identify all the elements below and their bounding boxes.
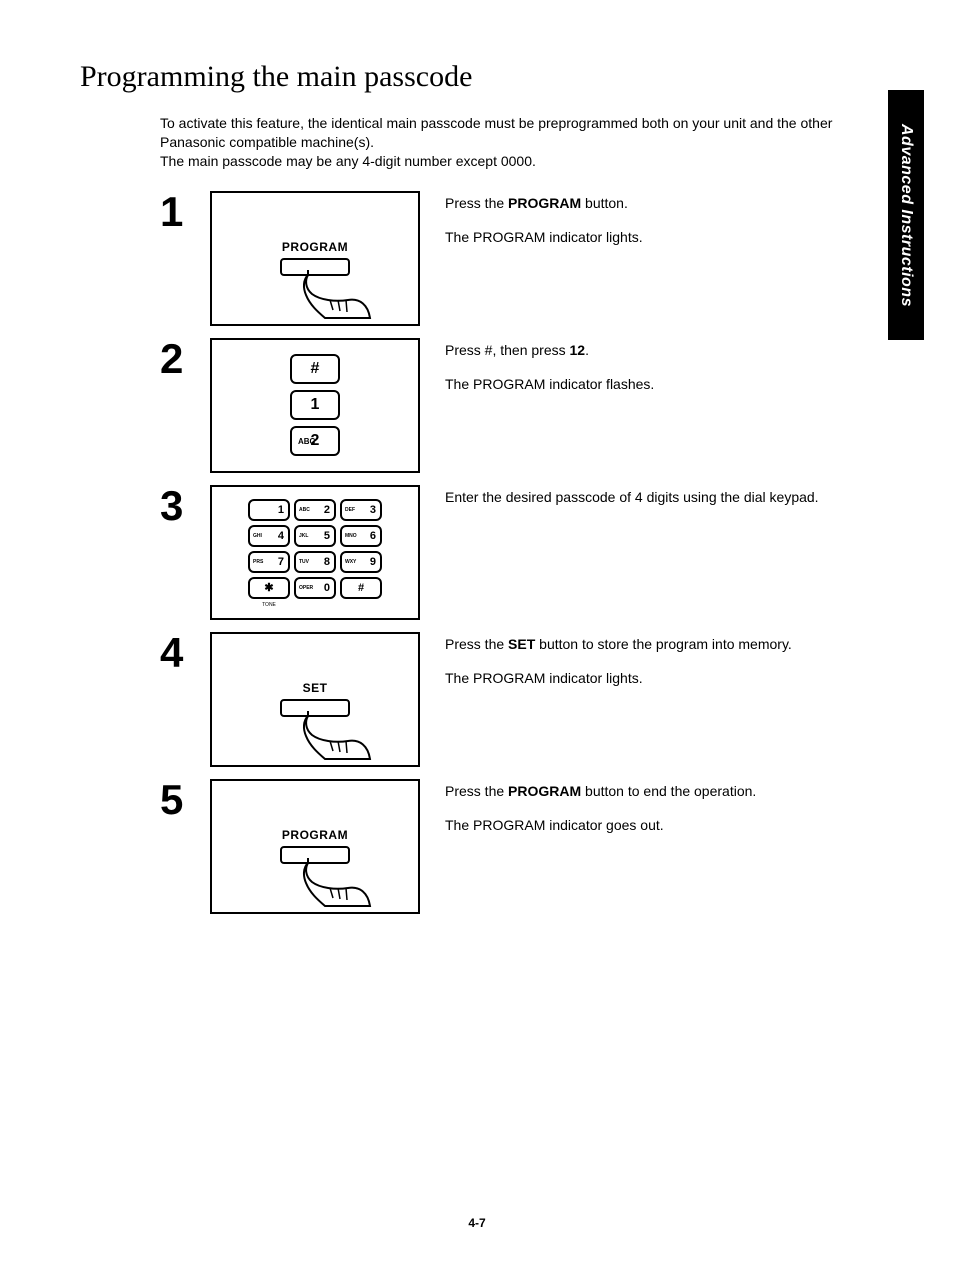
key-sublabel: TUV: [299, 559, 309, 565]
steps-list: 1 PROGRAM Press the PROGRAM button. The: [160, 191, 894, 914]
text: Press the: [445, 783, 508, 799]
key-label: 2: [324, 504, 330, 516]
text: The PROGRAM indicator lights.: [445, 670, 894, 686]
hand-icon: [300, 270, 375, 330]
key-9: WXY 9: [340, 551, 382, 573]
intro-text: To activate this feature, the identical …: [160, 114, 860, 171]
intro-line-2: The main passcode may be any 4-digit num…: [160, 153, 536, 169]
program-button-icon: [280, 846, 350, 864]
tone-label: TONE: [262, 602, 276, 608]
hand-icon: [300, 858, 375, 918]
key-sublabel: MNO: [345, 533, 357, 539]
text-bold: 12: [570, 342, 586, 358]
key-label: 1: [278, 504, 284, 516]
text: The PROGRAM indicator lights.: [445, 229, 894, 245]
intro-line-1: To activate this feature, the identical …: [160, 115, 832, 150]
text: The PROGRAM indicator flashes.: [445, 376, 894, 392]
key-7: PRS 7: [248, 551, 290, 573]
key-label: 5: [324, 530, 330, 542]
text: Press the: [445, 195, 508, 211]
step-number: 3: [160, 485, 210, 527]
key-6: MNO 6: [340, 525, 382, 547]
text: .: [585, 342, 589, 358]
key-label: 9: [370, 556, 376, 568]
key-1: 1: [248, 499, 290, 521]
text-bold: PROGRAM: [508, 195, 581, 211]
key-label: 7: [278, 556, 284, 568]
step-5-text: Press the PROGRAM button to end the oper…: [445, 779, 894, 833]
step-3-text: Enter the desired passcode of 4 digits u…: [445, 485, 894, 505]
page-title: Programming the main passcode: [80, 60, 894, 94]
key-sublabel: DEF: [345, 507, 355, 513]
text-bold: SET: [508, 636, 535, 652]
text: button to store the program into memory.: [535, 636, 792, 652]
step-number: 2: [160, 338, 210, 380]
step-number: 5: [160, 779, 210, 821]
key-label: #: [311, 360, 320, 378]
step-1-diagram: PROGRAM: [210, 191, 420, 326]
step-5-diagram: PROGRAM: [210, 779, 420, 914]
step-5: 5 PROGRAM Press the PROGRAM button to en…: [160, 779, 894, 914]
text: button.: [581, 195, 628, 211]
key-label: 8: [324, 556, 330, 568]
step-4-diagram: SET: [210, 632, 420, 767]
text: The PROGRAM indicator goes out.: [445, 817, 894, 833]
keypad-icon: 1 ABC 2 DEF 3 GHI 4 JKL 5 MNO 6 PRS 7 TUV 8 WXY…: [246, 497, 384, 608]
hand-icon: [300, 711, 375, 771]
key-8: TUV 8: [294, 551, 336, 573]
section-tab: Advanced Instructions: [888, 90, 924, 340]
text: Press #, then press: [445, 342, 570, 358]
key-4: GHI 4: [248, 525, 290, 547]
program-button-label: PROGRAM: [282, 240, 348, 254]
text: Press the: [445, 636, 508, 652]
key-star: ✱: [248, 577, 290, 599]
key-label: 6: [370, 530, 376, 542]
key-sublabel: JKL: [299, 533, 308, 539]
key-label: 3: [370, 504, 376, 516]
text: Enter the desired passcode of 4 digits u…: [445, 489, 894, 505]
key-label: #: [358, 582, 364, 594]
key-sublabel: GHI: [253, 533, 262, 539]
key-0: OPER 0: [294, 577, 336, 599]
key-sublabel: WXY: [345, 559, 356, 565]
key-2: ABC 2: [294, 499, 336, 521]
key-sublabel: ABC: [298, 437, 315, 446]
key-3: DEF 3: [340, 499, 382, 521]
step-1: 1 PROGRAM Press the PROGRAM button. The: [160, 191, 894, 326]
hash-key-icon: #: [290, 354, 340, 384]
manual-page: Programming the main passcode To activat…: [0, 0, 954, 1270]
one-key-icon: 1: [290, 390, 340, 420]
set-button-icon: [280, 699, 350, 717]
program-button-icon: [280, 258, 350, 276]
text: button to end the operation.: [581, 783, 756, 799]
key-label: 1: [311, 396, 320, 414]
key-5: JKL 5: [294, 525, 336, 547]
two-key-icon: ABC 2: [290, 426, 340, 456]
key-label: ✱: [264, 581, 273, 594]
page-number: 4-7: [0, 1216, 954, 1230]
key-sublabel: OPER: [299, 585, 313, 591]
step-2: 2 # 1 ABC 2 Press #, then press 12. The …: [160, 338, 894, 473]
key-sublabel: PRS: [253, 559, 263, 565]
step-2-diagram: # 1 ABC 2: [210, 338, 420, 473]
step-3-diagram: 1 ABC 2 DEF 3 GHI 4 JKL 5 MNO 6 PRS 7 TUV 8 WXY…: [210, 485, 420, 620]
step-2-text: Press #, then press 12. The PROGRAM indi…: [445, 338, 894, 392]
set-button-label: SET: [303, 681, 328, 695]
step-4-text: Press the SET button to store the progra…: [445, 632, 894, 686]
program-button-label: PROGRAM: [282, 828, 348, 842]
step-4: 4 SET Press the SET button to store the …: [160, 632, 894, 767]
step-number: 1: [160, 191, 210, 233]
step-3: 3 1 ABC 2 DEF 3 GHI 4 JKL 5 MNO 6 PRS 7: [160, 485, 894, 620]
text-bold: PROGRAM: [508, 783, 581, 799]
key-hash: #: [340, 577, 382, 599]
section-tab-label: Advanced Instructions: [897, 124, 915, 307]
step-number: 4: [160, 632, 210, 674]
key-label: 0: [324, 582, 330, 594]
step-1-text: Press the PROGRAM button. The PROGRAM in…: [445, 191, 894, 245]
key-sublabel: ABC: [299, 507, 310, 513]
key-label: 4: [278, 530, 284, 542]
